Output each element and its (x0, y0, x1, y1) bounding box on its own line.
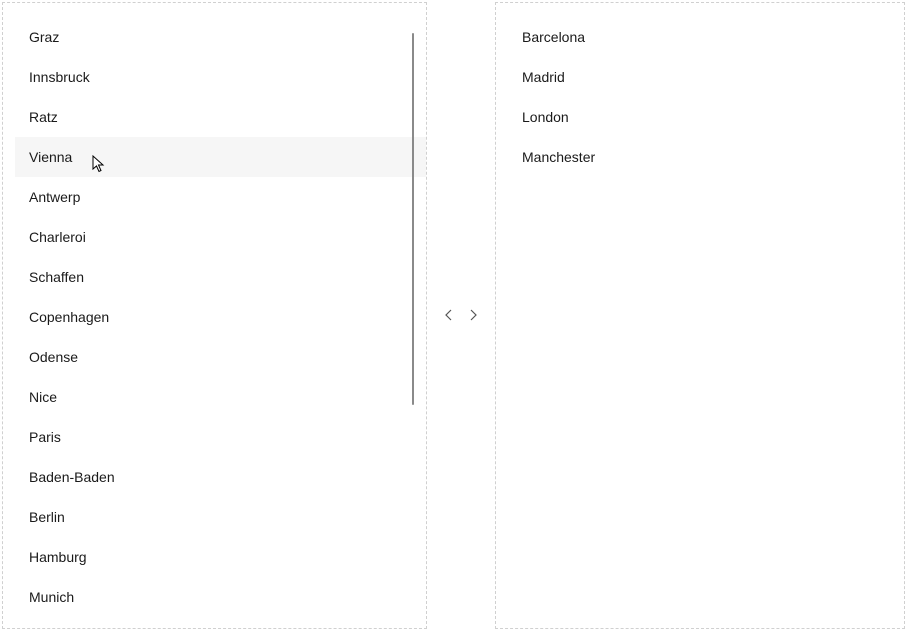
source-list: Graz Innsbruck Ratz Vienna Antwerp Charleroi S… (15, 3, 426, 629)
list-item[interactable]: Innsbruck (15, 57, 426, 97)
list-item[interactable]: Manchester (508, 137, 904, 177)
list-item[interactable]: Berlin (15, 497, 426, 537)
list-item-label: Madrid (522, 69, 565, 85)
dual-list-container: Graz Innsbruck Ratz Vienna Antwerp Charleroi S… (0, 0, 907, 631)
list-item-label: Odense (29, 349, 78, 365)
list-item-label: Innsbruck (29, 69, 90, 85)
list-item[interactable]: Vienna (15, 137, 426, 177)
destination-list: Barcelona Madrid London Manchester (508, 3, 904, 191)
list-item[interactable]: Schaffen (15, 257, 426, 297)
list-item-label: Schaffen (29, 269, 84, 285)
list-item[interactable]: London (508, 97, 904, 137)
transfer-controls (427, 0, 495, 631)
list-item-label: Hamburg (29, 549, 87, 565)
list-item-label: Antwerp (29, 189, 80, 205)
move-right-button[interactable] (465, 308, 481, 324)
list-item[interactable]: Antwerp (15, 177, 426, 217)
list-item-label: Baden-Baden (29, 469, 115, 485)
list-item[interactable]: Hamburg (15, 537, 426, 577)
list-item[interactable]: Nice (15, 377, 426, 417)
list-item-label: Paris (29, 429, 61, 445)
move-left-button[interactable] (441, 308, 457, 324)
list-item-label: Berlin (29, 509, 65, 525)
destination-panel: Barcelona Madrid London Manchester (495, 2, 905, 629)
source-panel: Graz Innsbruck Ratz Vienna Antwerp Charleroi S… (2, 2, 427, 629)
list-item-label: Charleroi (29, 229, 86, 245)
list-item-label: Ratz (29, 109, 58, 125)
chevron-left-icon (443, 308, 455, 324)
list-item[interactable]: Ratz (15, 97, 426, 137)
chevron-right-icon (467, 308, 479, 324)
list-item[interactable]: Copenhagen (15, 297, 426, 337)
scrollbar[interactable] (412, 33, 414, 405)
list-item[interactable]: Charleroi (15, 217, 426, 257)
list-item-label: Munich (29, 589, 74, 605)
list-item[interactable]: Baden-Baden (15, 457, 426, 497)
list-item[interactable]: Odense (15, 337, 426, 377)
list-item[interactable]: Graz (15, 17, 426, 57)
list-item-label: Copenhagen (29, 309, 109, 325)
list-item-label: Vienna (29, 149, 72, 165)
list-item-label: Nice (29, 389, 57, 405)
list-item[interactable]: Paris (15, 417, 426, 457)
list-item[interactable]: Munich (15, 577, 426, 617)
list-item-label: Barcelona (522, 29, 585, 45)
list-item[interactable]: Madrid (508, 57, 904, 97)
list-item-label: Graz (29, 29, 59, 45)
list-item-label: Manchester (522, 149, 595, 165)
list-item[interactable]: Barcelona (508, 17, 904, 57)
list-item-label: London (522, 109, 569, 125)
